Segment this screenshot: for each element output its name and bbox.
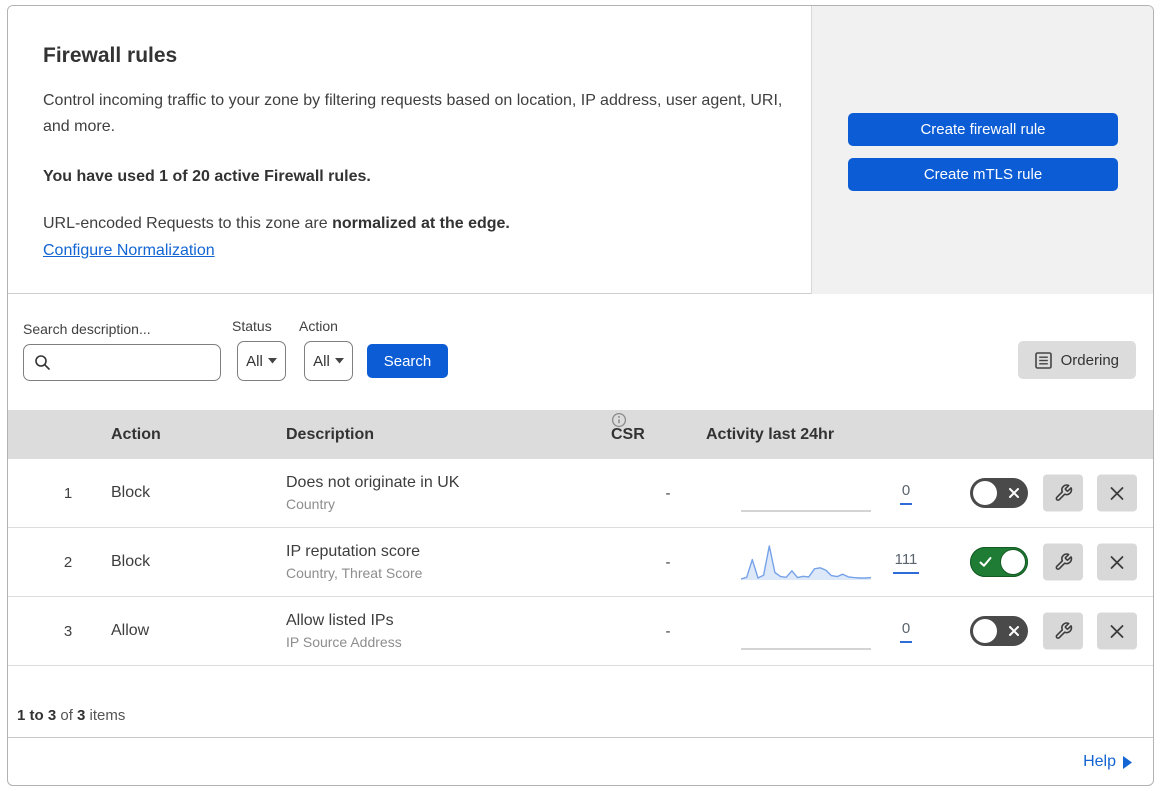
rules-table: 1 Block Does not originate in UK Country… <box>8 459 1153 666</box>
rule-fields: IP Source Address <box>286 634 402 650</box>
help-link-label: Help <box>1083 753 1116 770</box>
activity-sparkline <box>741 473 871 515</box>
rule-action: Block <box>111 553 151 570</box>
wrench-icon <box>1054 484 1073 503</box>
table-row: 2 Block IP reputation score Country, Thr… <box>8 528 1153 597</box>
toggle-knob <box>973 619 997 643</box>
close-icon <box>1109 554 1125 570</box>
activity-sparkline <box>741 611 871 653</box>
items-count: 1 to 3 of 3 items <box>17 707 126 724</box>
search-input[interactable] <box>23 344 221 381</box>
delete-rule-button[interactable] <box>1097 543 1137 581</box>
action-dropdown[interactable]: All <box>304 341 353 381</box>
actions-panel: Create firewall rule Create mTLS rule <box>811 6 1153 294</box>
table-row: 1 Block Does not originate in UK Country… <box>8 459 1153 528</box>
page-title: Firewall rules <box>43 44 178 67</box>
status-label: Status <box>232 318 272 334</box>
normalization-note: URL-encoded Requests to this zone are no… <box>43 215 510 232</box>
close-icon <box>1109 623 1125 639</box>
activity-sparkline <box>740 542 872 584</box>
rule-csr-value: - <box>665 484 671 502</box>
ordering-button[interactable]: Ordering <box>1017 341 1136 379</box>
rule-description: IP reputation score Country, Threat Scor… <box>286 543 423 581</box>
rule-action: Block <box>111 484 151 501</box>
delete-rule-button[interactable] <box>1097 474 1137 512</box>
search-icon <box>34 354 51 371</box>
rule-description: Allow listed IPs IP Source Address <box>286 612 402 650</box>
rule-enabled-toggle[interactable] <box>970 547 1028 577</box>
activity-count-link[interactable]: 0 <box>899 482 913 505</box>
configure-normalization-link[interactable]: Configure Normalization <box>43 242 215 259</box>
ordering-button-label: Ordering <box>1060 351 1119 369</box>
rule-description: Does not originate in UK Country <box>286 474 460 512</box>
rule-action: Allow <box>111 622 150 639</box>
activity-count-link[interactable]: 0 <box>899 620 913 643</box>
table-row: 3 Allow Allow listed IPs IP Source Addre… <box>8 597 1153 666</box>
edit-rule-button[interactable] <box>1043 474 1083 512</box>
create-mtls-rule-button[interactable]: Create mTLS rule <box>848 158 1118 191</box>
toggle-off-x-icon <box>1008 487 1020 499</box>
chevron-down-icon <box>267 358 277 364</box>
ordering-list-icon <box>1034 351 1052 369</box>
rule-priority: 3 <box>63 622 73 640</box>
pagination-row: 1 to 3 of 3 items <box>8 666 1153 738</box>
rule-enabled-toggle[interactable] <box>970 478 1028 508</box>
info-icon[interactable] <box>611 412 627 428</box>
arrow-right-icon <box>1123 755 1132 769</box>
firewall-rules-card: Firewall rules Control incoming traffic … <box>7 5 1154 786</box>
rule-csr-value: - <box>665 622 671 640</box>
edit-rule-button[interactable] <box>1043 612 1083 650</box>
toggle-knob <box>1001 550 1025 574</box>
overview-section: Firewall rules Control incoming traffic … <box>8 6 1153 294</box>
rule-fields: Country <box>286 496 336 512</box>
wrench-icon <box>1054 553 1073 572</box>
close-icon <box>1109 485 1125 501</box>
toggle-on-check-icon <box>979 557 992 568</box>
activity-count-link[interactable]: 111 <box>892 551 920 574</box>
search-button[interactable]: Search <box>367 344 448 378</box>
create-firewall-rule-button[interactable]: Create firewall rule <box>848 113 1118 146</box>
page-description: Control incoming traffic to your zone by… <box>43 92 783 135</box>
search-label: Search description... <box>23 321 151 337</box>
filter-bar: Search description... Status Action All … <box>8 295 1153 410</box>
action-label: Action <box>299 318 338 334</box>
rule-priority: 2 <box>63 553 73 571</box>
delete-rule-button[interactable] <box>1097 612 1137 650</box>
action-dropdown-value: All <box>313 352 330 370</box>
chevron-down-icon <box>334 358 344 364</box>
toggle-knob <box>973 481 997 505</box>
status-dropdown[interactable]: All <box>237 341 286 381</box>
column-description: Description <box>286 426 375 443</box>
usage-summary: You have used 1 of 20 active Firewall ru… <box>43 168 371 185</box>
toggle-off-x-icon <box>1008 625 1020 637</box>
edit-rule-button[interactable] <box>1043 543 1083 581</box>
rule-priority: 1 <box>63 484 73 502</box>
status-dropdown-value: All <box>246 352 263 370</box>
rule-enabled-toggle[interactable] <box>970 616 1028 646</box>
help-row: Help <box>8 738 1153 785</box>
column-action: Action <box>111 426 161 443</box>
help-link[interactable]: Help <box>1083 753 1132 771</box>
wrench-icon <box>1054 622 1073 641</box>
rule-fields: Country, Threat Score <box>286 565 423 581</box>
rule-csr-value: - <box>665 553 671 571</box>
column-activity: Activity last 24hr <box>706 426 835 443</box>
table-header: Action Description CSR Activity last 24h… <box>8 410 1153 459</box>
